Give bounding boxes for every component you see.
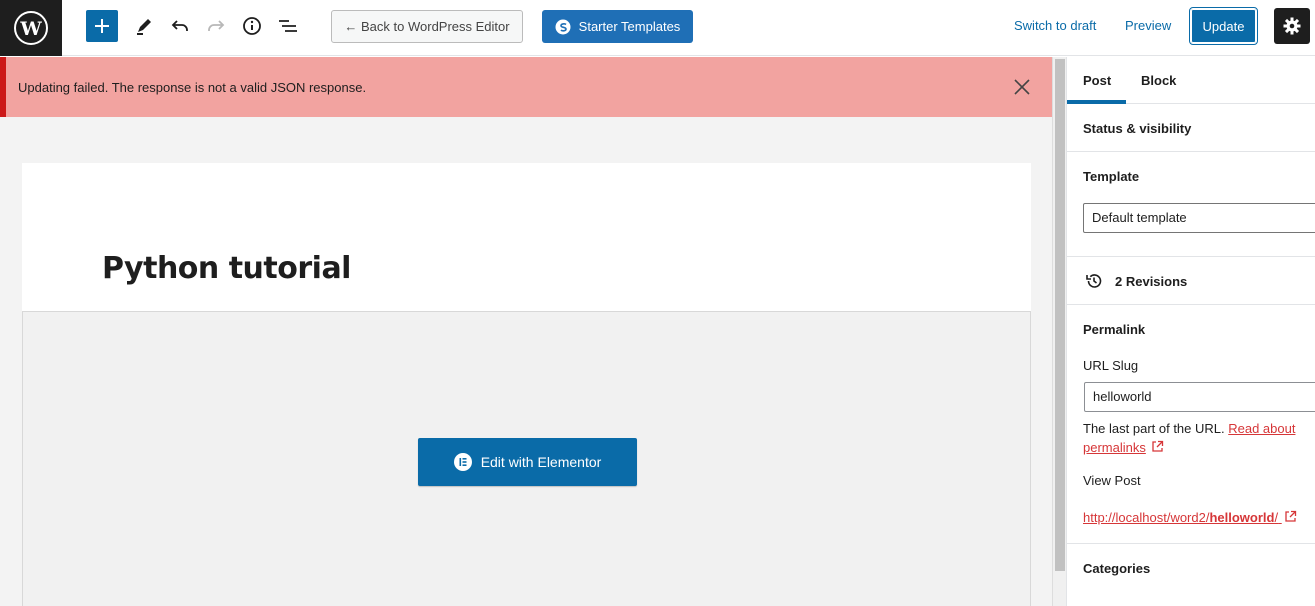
- categories-title[interactable]: Categories: [1083, 561, 1150, 576]
- close-icon: [1014, 79, 1030, 95]
- status-visibility-title[interactable]: Status & visibility: [1083, 121, 1191, 136]
- back-button-label: ← Back to WordPress Editor: [344, 19, 510, 34]
- update-button[interactable]: Update: [1189, 7, 1258, 45]
- error-notice-message: Updating failed. The response is not a v…: [18, 80, 367, 95]
- categories-panel[interactable]: Categories: [1067, 544, 1315, 606]
- history-icon: [1086, 274, 1102, 288]
- editor-scrollbar-thumb[interactable]: [1055, 59, 1065, 571]
- preview-link[interactable]: Preview: [1125, 18, 1171, 33]
- wordpress-logo-button[interactable]: W: [0, 0, 62, 56]
- view-url-prefix: http://localhost/word2/: [1083, 510, 1210, 525]
- view-post-label: View Post: [1083, 473, 1141, 488]
- template-select[interactable]: Default template: [1083, 203, 1315, 233]
- revisions-label[interactable]: 2 Revisions: [1115, 274, 1187, 289]
- starter-templates-button[interactable]: Starter Templates: [542, 10, 693, 43]
- settings-button[interactable]: [1274, 8, 1310, 44]
- info-icon: [243, 17, 261, 35]
- svg-text:W: W: [19, 18, 42, 40]
- plus-icon: [95, 19, 109, 33]
- undo-button[interactable]: [168, 14, 192, 38]
- tab-block[interactable]: Block: [1141, 73, 1176, 88]
- switch-to-draft-link[interactable]: Switch to draft: [1014, 18, 1096, 33]
- elementor-placeholder: Edit with Elementor: [22, 311, 1031, 606]
- permalink-title[interactable]: Permalink: [1083, 322, 1145, 337]
- edit-with-elementor-button[interactable]: Edit with Elementor: [418, 438, 637, 486]
- pencil-icon: [137, 19, 151, 35]
- redo-icon: [208, 20, 225, 31]
- list-view-button[interactable]: [276, 14, 300, 38]
- editor-canvas: Updating failed. The response is not a v…: [0, 57, 1052, 606]
- details-button[interactable]: [240, 14, 264, 38]
- list-view-icon: [279, 20, 297, 32]
- tools-button[interactable]: [132, 14, 156, 38]
- error-notice: Updating failed. The response is not a v…: [0, 57, 1052, 117]
- starter-templates-label: Starter Templates: [578, 19, 681, 34]
- add-block-button[interactable]: [86, 10, 118, 42]
- post-title[interactable]: Python tutorial: [102, 251, 351, 286]
- starter-templates-icon: [555, 19, 571, 34]
- settings-sidebar: Post Block Status & visibility Template …: [1066, 57, 1315, 606]
- permalink-help-prefix: The last part of the URL.: [1083, 421, 1229, 436]
- dismiss-notice-button[interactable]: [1012, 77, 1032, 97]
- gear-icon: [1283, 17, 1301, 35]
- external-link-icon: [1285, 510, 1296, 522]
- redo-button[interactable]: [204, 14, 228, 38]
- view-post-link[interactable]: http://localhost/word2/helloworld/: [1083, 510, 1297, 525]
- editor-toolbar: W ← Back to WordPress Editor Starter Tem…: [0, 0, 1315, 56]
- view-url-slug: helloworld: [1209, 510, 1275, 525]
- sidebar-tabs: Post Block: [1067, 57, 1315, 104]
- template-title[interactable]: Template: [1083, 169, 1139, 184]
- tab-post[interactable]: Post: [1083, 73, 1111, 88]
- status-visibility-panel[interactable]: Status & visibility: [1067, 104, 1315, 152]
- external-link-icon: [1152, 440, 1164, 452]
- undo-icon: [171, 20, 188, 31]
- wordpress-icon: W: [14, 11, 48, 45]
- permalink-help-text: The last part of the URL. Read about per…: [1083, 419, 1308, 457]
- view-url-suffix: /: [1274, 510, 1279, 525]
- back-to-wordpress-editor-button[interactable]: ← Back to WordPress Editor: [331, 10, 523, 43]
- editor-scrollbar[interactable]: [1052, 57, 1066, 606]
- url-slug-label: URL Slug: [1083, 358, 1139, 373]
- elementor-icon: [453, 453, 472, 471]
- edit-with-elementor-label: Edit with Elementor: [480, 454, 602, 470]
- url-slug-input[interactable]: helloworld: [1084, 382, 1315, 412]
- post-title-card: Python tutorial: [22, 163, 1031, 313]
- revisions-panel[interactable]: 2 Revisions: [1067, 257, 1315, 305]
